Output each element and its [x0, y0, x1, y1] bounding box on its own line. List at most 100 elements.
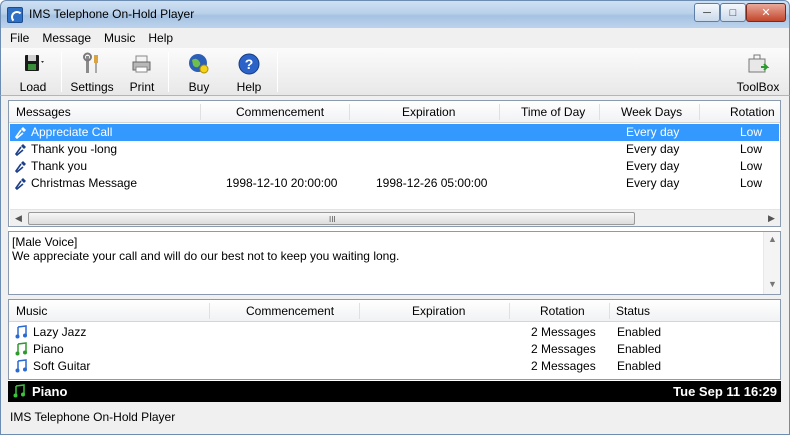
menu-message[interactable]: Message — [42, 31, 91, 45]
message-row[interactable]: Thank you -long Every day Low — [10, 141, 779, 158]
scroll-thumb[interactable]: III — [28, 212, 635, 225]
header-rotation[interactable]: Rotation — [730, 105, 775, 119]
message-week-days: Every day — [626, 125, 680, 139]
load-button[interactable]: Load — [13, 50, 53, 94]
buy-label: Buy — [188, 80, 210, 94]
toolbar: Load Settings Print Buy ? Help ToolBox — [0, 48, 790, 96]
scroll-up-arrow[interactable]: ▲ — [767, 234, 778, 244]
header-divider[interactable] — [499, 104, 500, 120]
settings-button[interactable]: Settings — [67, 50, 117, 94]
message-name: Thank you — [31, 159, 88, 173]
now-playing-track: Piano — [32, 384, 68, 399]
music-name: Lazy Jazz — [33, 325, 87, 339]
message-expiration: 1998-12-26 05:00:00 — [376, 176, 488, 190]
message-rotation: Low — [740, 176, 763, 190]
scroll-grip: III — [329, 215, 336, 224]
music-rotation: 2 Messages — [531, 359, 596, 373]
messages-header: Messages Commencement Expiration Time of… — [9, 101, 780, 123]
header-commencement[interactable]: Commencement — [246, 304, 334, 318]
menu-music[interactable]: Music — [104, 31, 135, 45]
music-name: Soft Guitar — [33, 359, 91, 373]
music-row[interactable]: Soft Guitar 2 Messages Enabled — [10, 358, 779, 375]
menu-file[interactable]: File — [10, 31, 29, 45]
scroll-down-arrow[interactable]: ▼ — [767, 279, 778, 289]
music-row[interactable]: Lazy Jazz 2 Messages Enabled — [10, 324, 779, 341]
toolbar-separator — [168, 52, 169, 92]
message-commencement: 1998-12-10 20:00:00 — [226, 176, 338, 190]
description-text: We appreciate your call and will do our … — [12, 249, 400, 263]
window-frame-right — [781, 96, 790, 405]
description-vertical-scrollbar[interactable]: ▲ ▼ — [763, 232, 780, 294]
wrench-screwdriver-icon — [80, 52, 104, 76]
header-rotation[interactable]: Rotation — [540, 304, 585, 318]
music-status: Enabled — [617, 325, 662, 339]
music-list[interactable]: Music Commencement Expiration Rotation S… — [8, 299, 781, 380]
music-row[interactable]: Piano 2 Messages Enabled — [10, 341, 779, 358]
messages-list[interactable]: Messages Commencement Expiration Time of… — [8, 100, 781, 227]
message-week-days: Every day — [626, 142, 680, 156]
print-button[interactable]: Print — [123, 50, 161, 94]
music-note-playing-icon — [13, 384, 25, 398]
header-expiration[interactable]: Expiration — [402, 105, 455, 119]
message-week-days: Every day — [626, 159, 680, 173]
messages-horizontal-scrollbar[interactable]: ◀ III ▶ — [10, 209, 780, 226]
load-label: Load — [19, 80, 47, 94]
message-row[interactable]: Christmas Message 1998-12-10 20:00:00 19… — [10, 175, 779, 192]
header-divider[interactable] — [200, 104, 201, 120]
music-note-icon — [15, 359, 27, 373]
music-header: Music Commencement Expiration Rotation S… — [9, 300, 780, 322]
help-icon: ? — [237, 52, 261, 76]
toolbox-label: ToolBox — [736, 80, 780, 94]
header-week-days[interactable]: Week Days — [621, 105, 682, 119]
minimize-button[interactable]: ─ — [694, 3, 720, 22]
header-divider[interactable] — [209, 303, 210, 319]
status-bar: IMS Telephone On-Hold Player — [0, 405, 790, 435]
header-commencement[interactable]: Commencement — [236, 105, 324, 119]
header-divider[interactable] — [609, 303, 610, 319]
header-messages[interactable]: Messages — [16, 105, 71, 119]
toolbar-separator — [61, 52, 62, 92]
microphone-icon — [15, 144, 26, 156]
header-time-of-day[interactable]: Time of Day — [521, 105, 585, 119]
help-label: Help — [236, 80, 262, 94]
app-icon[interactable] — [7, 7, 23, 23]
header-expiration[interactable]: Expiration — [412, 304, 465, 318]
music-status: Enabled — [617, 359, 662, 373]
now-playing-bar: Piano Tue Sep 11 16:29 — [8, 381, 781, 402]
music-note-icon — [15, 325, 27, 339]
music-rotation: 2 Messages — [531, 342, 596, 356]
header-divider[interactable] — [349, 104, 350, 120]
window-title: IMS Telephone On-Hold Player — [29, 7, 195, 21]
floppy-disk-icon — [21, 52, 45, 76]
toolbox-icon — [746, 52, 770, 76]
header-status[interactable]: Status — [616, 304, 650, 318]
microphone-icon — [15, 127, 26, 139]
menu-bar: File Message Music Help — [0, 28, 790, 48]
message-rotation: Low — [740, 142, 763, 156]
help-button[interactable]: ? Help — [231, 50, 267, 94]
scroll-left-arrow[interactable]: ◀ — [13, 213, 24, 224]
buy-button[interactable]: Buy — [181, 50, 217, 94]
message-description-box[interactable]: [Male Voice] We appreciate your call and… — [8, 231, 781, 295]
header-divider[interactable] — [599, 104, 600, 120]
message-name: Christmas Message — [31, 176, 138, 190]
toolbox-button[interactable]: ToolBox — [734, 50, 782, 94]
maximize-button[interactable]: □ — [720, 3, 746, 22]
settings-label: Settings — [70, 80, 114, 94]
music-rotation: 2 Messages — [531, 325, 596, 339]
message-rotation: Low — [740, 125, 763, 139]
message-row[interactable]: Thank you Every day Low — [10, 158, 779, 175]
header-divider[interactable] — [699, 104, 700, 120]
header-divider[interactable] — [359, 303, 360, 319]
message-rotation: Low — [740, 159, 763, 173]
header-divider[interactable] — [509, 303, 510, 319]
menu-help[interactable]: Help — [148, 31, 173, 45]
description-voice: [Male Voice] — [12, 235, 78, 249]
message-row[interactable]: Appreciate Call Every day Low — [10, 124, 779, 141]
header-music[interactable]: Music — [16, 304, 47, 318]
music-name: Piano — [33, 342, 64, 356]
status-text: IMS Telephone On-Hold Player — [10, 410, 176, 424]
scroll-right-arrow[interactable]: ▶ — [766, 213, 777, 224]
close-button[interactable]: ✕ — [746, 3, 786, 22]
title-bar[interactable]: IMS Telephone On-Hold Player ─ □ ✕ — [0, 0, 790, 28]
